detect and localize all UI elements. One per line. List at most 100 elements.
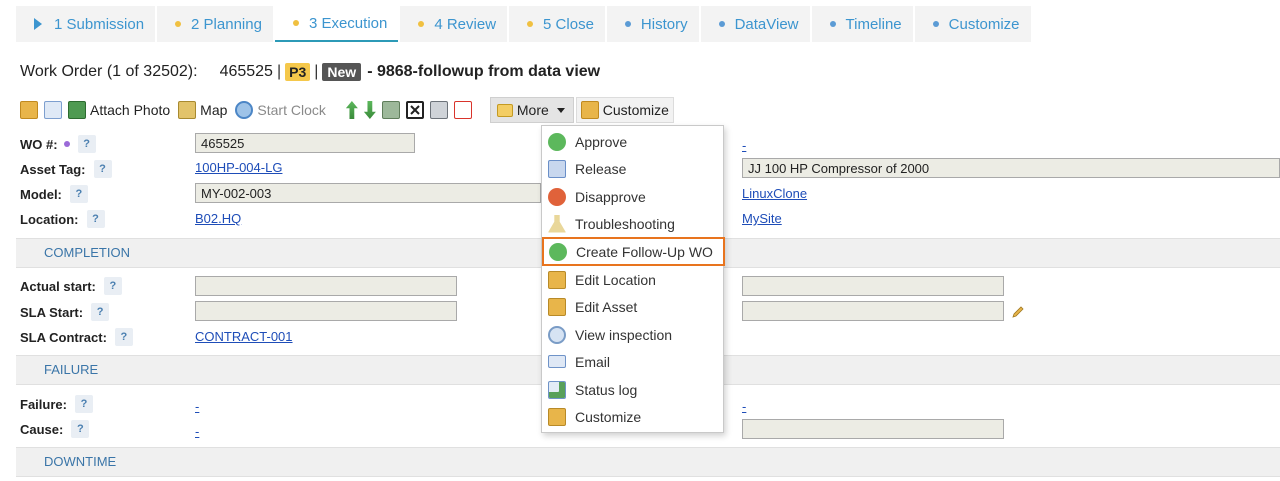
exclamation-circle-icon [548,187,566,206]
model-field[interactable]: MY-002-003 [195,183,541,203]
tab-submission[interactable]: 1 Submission [16,6,156,42]
label-text: SLA Contract: [20,329,107,345]
tab-planning[interactable]: 2 Planning [157,6,273,42]
help-icon[interactable]: ? [114,328,133,346]
help-icon[interactable]: ? [77,135,96,153]
label-text: Location: [20,211,79,227]
linuxclone-link[interactable]: LinuxClone [742,184,807,204]
actual-start-field[interactable] [195,276,457,296]
start-clock-label: Start Clock [257,102,326,118]
label-text: Failure: [20,396,67,412]
menu-item-approve[interactable]: Approve [542,128,723,155]
cause-label: Cause: ? [20,419,90,439]
document-plus-icon [548,159,566,178]
location-link[interactable]: B02.HQ [195,209,241,229]
title-wo-number: 465525 [219,63,273,80]
right-date-field[interactable] [742,276,1004,296]
toolbar: Attach Photo Map Start Clock More Custom… [20,97,674,123]
tab-review[interactable]: 4 Review [400,6,508,42]
menu-item-email[interactable]: Email [542,348,723,375]
edit-form-icon[interactable] [20,101,38,119]
close-box-icon[interactable] [405,101,424,119]
required-dot-icon [63,141,70,147]
menu-item-status-log[interactable]: Status log [542,376,723,403]
title-prefix: Work Order (1 of 32502): [20,63,198,80]
help-icon[interactable]: ? [74,395,93,413]
cause-link[interactable]: - [195,422,199,442]
help-icon[interactable]: ? [93,160,112,178]
pencil-icon[interactable] [1011,305,1025,319]
menu-item-label: Customize [575,408,642,425]
model-label: Model: ? [20,184,88,204]
tab-close[interactable]: 5 Close [509,6,605,42]
menu-item-edit-location[interactable]: Edit Location [542,266,723,293]
tab-label: DataView [734,15,799,33]
status-dot-icon [624,21,631,27]
label-text: SLA Start: [20,304,84,320]
menu-item-label: Troubleshooting [575,215,675,232]
menu-item-customize[interactable]: Customize [542,403,723,430]
map-icon [178,101,197,119]
status-dot-icon [292,20,299,26]
menu-item-troubleshooting[interactable]: Troubleshooting [542,210,723,237]
asset-tag-link[interactable]: 100HP-004-LG [195,158,282,178]
check-circle-icon [548,132,566,151]
help-icon[interactable]: ? [103,277,122,295]
asset-description-field[interactable]: JJ 100 HP Compressor of 2000 [742,158,1280,178]
tab-history[interactable]: History [606,6,699,42]
more-button[interactable]: More [489,97,574,123]
title-description: - 9868-followup from data view [367,63,601,80]
move-down-icon[interactable] [363,101,376,119]
plus-circle-icon [549,242,567,261]
tab-customize[interactable]: Customize [914,6,1031,42]
sla-contract-link[interactable]: CONTRACT-001 [195,327,293,347]
label-text: Actual start: [20,278,96,294]
cause-right-field[interactable] [742,419,1004,439]
right-top-link[interactable]: - [742,136,746,156]
menu-item-view-inspection[interactable]: View inspection [542,321,723,348]
menu-item-disapprove[interactable]: Disapprove [542,183,723,210]
mysite-link[interactable]: MySite [742,209,782,229]
tab-label: 2 Planning [191,15,262,33]
start-clock-button[interactable]: Start Clock [235,101,326,119]
help-icon[interactable]: ? [91,303,110,321]
help-icon[interactable]: ? [69,185,88,203]
status-dot-icon [829,21,836,27]
right-date-field-2[interactable] [742,301,1004,321]
menu-item-label: Status log [575,381,638,398]
title-separator: | [276,63,282,80]
help-icon[interactable]: ? [71,420,90,438]
customize-button[interactable]: Customize [575,97,674,123]
menu-item-create-follow-up-wo[interactable]: Create Follow-Up WO [542,237,725,266]
status-dot-icon [527,21,534,27]
title-separator: | [314,63,319,80]
attach-photo-label: Attach Photo [90,102,171,118]
attach-photo-button[interactable]: Attach Photo [68,101,170,119]
wo-number-field[interactable]: 465525 [195,133,415,153]
tab-timeline[interactable]: Timeline [811,6,913,42]
sla-start-field[interactable] [195,301,457,321]
magnifier-icon [548,325,566,344]
transfer-icon[interactable] [381,101,400,119]
failure-right-link[interactable]: - [742,397,746,417]
menu-item-edit-asset[interactable]: Edit Asset [542,293,723,320]
label-text: WO #: [20,136,58,152]
status-dot-icon [718,21,725,27]
help-icon[interactable]: ? [86,210,105,228]
menu-item-label: Email [575,353,611,370]
label-text: Cause: [20,421,64,437]
map-button[interactable]: Map [178,101,227,119]
folder-icon [496,103,513,117]
tab-dataview[interactable]: DataView [700,6,810,42]
failure-link[interactable]: - [195,397,199,417]
downtime-section-header[interactable]: DOWNTIME [16,447,1280,477]
actual-start-label: Actual start: ? [20,276,122,296]
move-up-icon[interactable] [345,101,358,119]
pdf-icon[interactable] [453,101,472,119]
tab-execution[interactable]: 3 Execution [274,6,399,42]
print-icon[interactable] [429,101,448,119]
menu-item-release[interactable]: Release [542,155,723,182]
caret-down-icon [556,107,565,113]
copy-icon[interactable] [44,101,62,119]
menu-item-label: Approve [575,133,628,150]
